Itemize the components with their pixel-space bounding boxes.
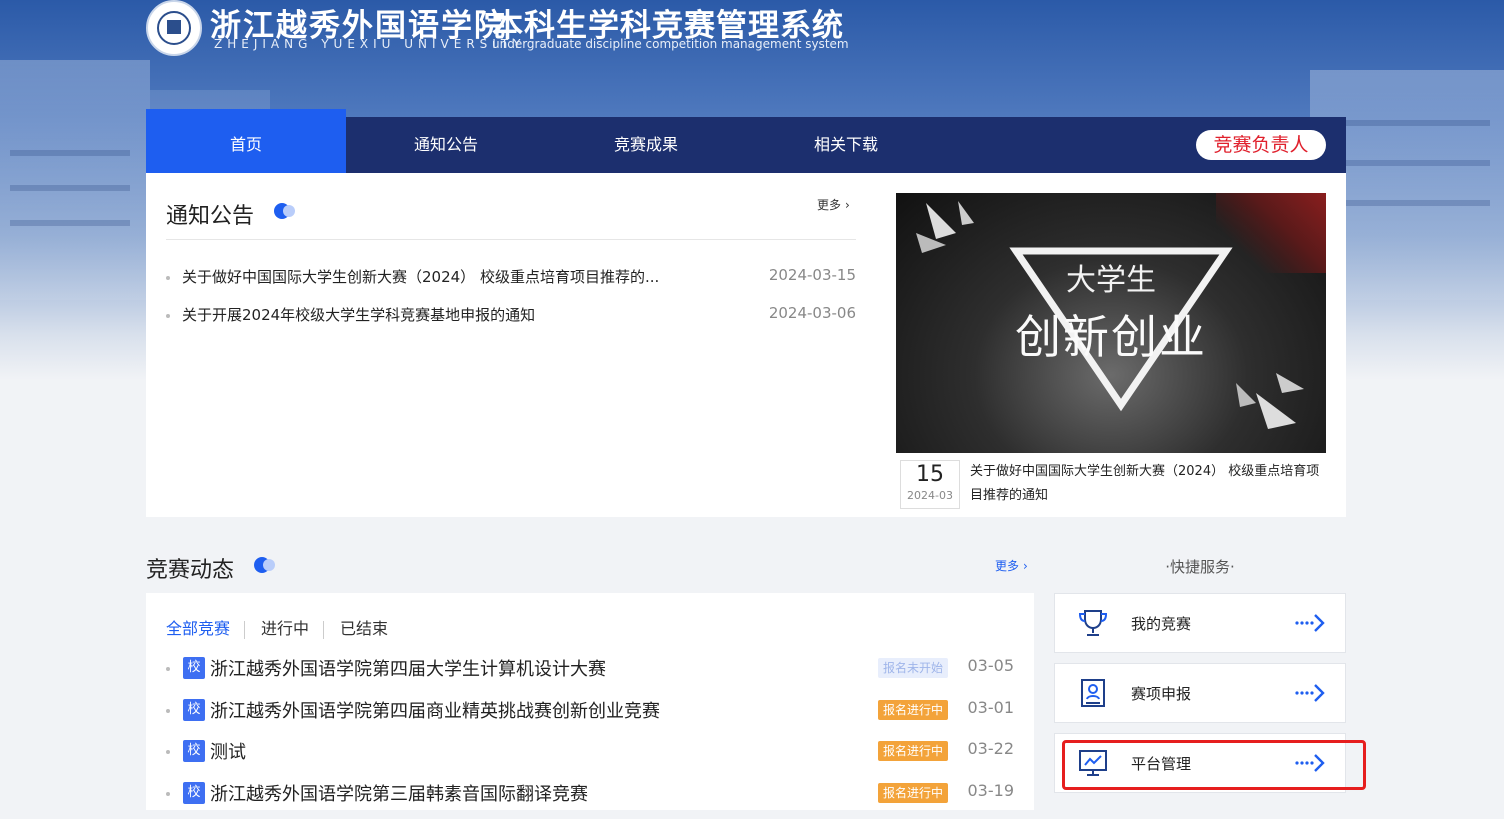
bullet-icon [166,276,170,280]
university-logo [146,0,202,56]
building-window-row [1340,120,1490,126]
school-level-badge: 校 [183,782,205,804]
status-badge: 报名进行中 [878,741,948,761]
competition-title[interactable]: 浙江越秀外国语学院第四届商业精英挑战赛创新创业竞赛 [210,697,660,723]
competition-list: 校 浙江越秀外国语学院第四届大学生计算机设计大赛 报名未开始 03-05 校 浙… [166,653,1014,819]
arrow-right-icon [1295,612,1325,634]
status-badge: 报名进行中 [878,783,948,803]
competition-section-title: 竞赛动态 [146,552,234,584]
more-label: 更多 [817,198,841,212]
bullet-icon [166,667,170,671]
nav-item-notices[interactable]: 通知公告 [346,117,546,173]
quick-service-event-application[interactable]: 赛项申报 [1054,663,1346,723]
notice-date: 2024-03-06 [769,304,856,322]
tab-separator [323,621,324,639]
building-window-row [10,220,130,226]
clipboard-user-icon [1077,678,1109,708]
arrow-right-icon [1295,682,1325,704]
banner-year-month: 2024-03 [901,489,959,503]
notice-list: 关于做好中国国际大学生创新大赛（2024） 校级重点培育项目推荐的... 202… [166,266,856,342]
building-window-row [1340,160,1490,166]
list-item[interactable]: 关于做好中国国际大学生创新大赛（2024） 校级重点培育项目推荐的... 202… [166,266,856,304]
competition-date: 03-19 [968,781,1015,800]
banner-day: 15 [901,461,959,489]
quick-service-label: 赛项申报 [1131,683,1191,704]
tab-separator [244,621,245,639]
chevron-right-icon: › [845,198,850,212]
trophy-icon [1077,608,1109,638]
more-label: 更多 [995,559,1019,573]
notice-divider [166,239,856,240]
competition-more-link[interactable]: 更多 › [995,557,1028,574]
school-level-badge: 校 [183,657,205,679]
building-window-row [1340,200,1490,206]
building-window-row [10,150,130,156]
competition-title[interactable]: 浙江越秀外国语学院第四届大学生计算机设计大赛 [210,655,606,681]
banner-caption[interactable]: 关于做好中国国际大学生创新大赛（2024） 校级重点培育项目推荐的通知 [970,460,1322,508]
notice-section-title: 通知公告 [166,198,254,230]
quick-service-my-competitions[interactable]: 我的竞赛 [1054,593,1346,653]
competition-title[interactable]: 测试 [210,738,246,764]
bullet-icon [166,314,170,318]
competition-title[interactable]: 浙江越秀外国语学院第三届韩素音国际翻译竞赛 [210,780,588,806]
nav-item-downloads[interactable]: 相关下载 [746,117,946,173]
list-item[interactable]: 校 浙江越秀外国语学院第四届大学生计算机设计大赛 报名未开始 03-05 [166,653,1014,695]
bullet-icon [166,792,170,796]
competition-date: 03-01 [968,698,1015,717]
notice-title[interactable]: 关于开展2024年校级大学生学科竞赛基地申报的通知 [182,304,702,325]
list-item[interactable]: 校 浙江越秀外国语学院第四届商业精英挑战赛创新创业竞赛 报名进行中 03-01 [166,695,1014,737]
nav-item-home[interactable]: 首页 [146,109,346,173]
notice-more-link[interactable]: 更多 › [817,196,850,213]
section-dot-icon [254,557,270,573]
section-dot-icon [274,203,290,219]
bullet-icon [166,750,170,754]
list-item[interactable]: 校 测试 报名进行中 03-22 [166,736,1014,778]
notice-panel: 通知公告 更多 › 关于做好中国国际大学生创新大赛（2024） 校级重点培育项目推… [146,173,1346,517]
list-item[interactable]: 关于开展2024年校级大学生学科竞赛基地申报的通知 2024-03-06 [166,304,856,342]
status-badge: 报名进行中 [878,700,948,720]
competition-panel: 全部竞赛进行中已结束 校 浙江越秀外国语学院第四届大学生计算机设计大赛 报名未开… [146,593,1034,810]
competition-date: 03-05 [968,656,1015,675]
nav-item-results[interactable]: 竞赛成果 [546,117,746,173]
building-window-row [10,185,130,191]
status-badge: 报名未开始 [878,658,948,678]
banner-date-box: 15 2024-03 [900,460,960,509]
tab-ongoing[interactable]: 进行中 [261,615,323,639]
notice-date: 2024-03-15 [769,266,856,284]
school-name-en: ZHEJIANG YUEXIU UNIVERSITY [214,37,526,51]
banner-line2: 创新创业 [896,301,1326,367]
competition-tabs: 全部竞赛进行中已结束 [166,615,402,639]
chevron-right-icon: › [1023,559,1028,573]
quick-service-label: 我的竞赛 [1131,613,1191,634]
highlight-annotation [1062,740,1366,790]
system-title-en: undergraduate discipline competition man… [492,37,849,51]
bullet-icon [166,709,170,713]
tab-ended[interactable]: 已结束 [340,615,402,639]
quick-services-title: ·快捷服务· [1054,556,1346,577]
featured-banner[interactable]: 大学生 创新创业 [896,193,1326,453]
campus-building-left [0,60,150,300]
notice-title[interactable]: 关于做好中国国际大学生创新大赛（2024） 校级重点培育项目推荐的... [182,266,702,287]
school-level-badge: 校 [183,699,205,721]
list-item[interactable]: 校 浙江越秀外国语学院第三届韩素音国际翻译竞赛 报名进行中 03-19 [166,778,1014,819]
competition-date: 03-22 [968,739,1015,758]
banner-line1: 大学生 [896,255,1326,299]
school-level-badge: 校 [183,740,205,762]
main-nav: 首页 通知公告 竞赛成果 相关下载 竞赛负责人 [146,117,1346,173]
tab-all[interactable]: 全部竞赛 [166,615,244,639]
role-button[interactable]: 竞赛负责人 [1196,130,1326,160]
